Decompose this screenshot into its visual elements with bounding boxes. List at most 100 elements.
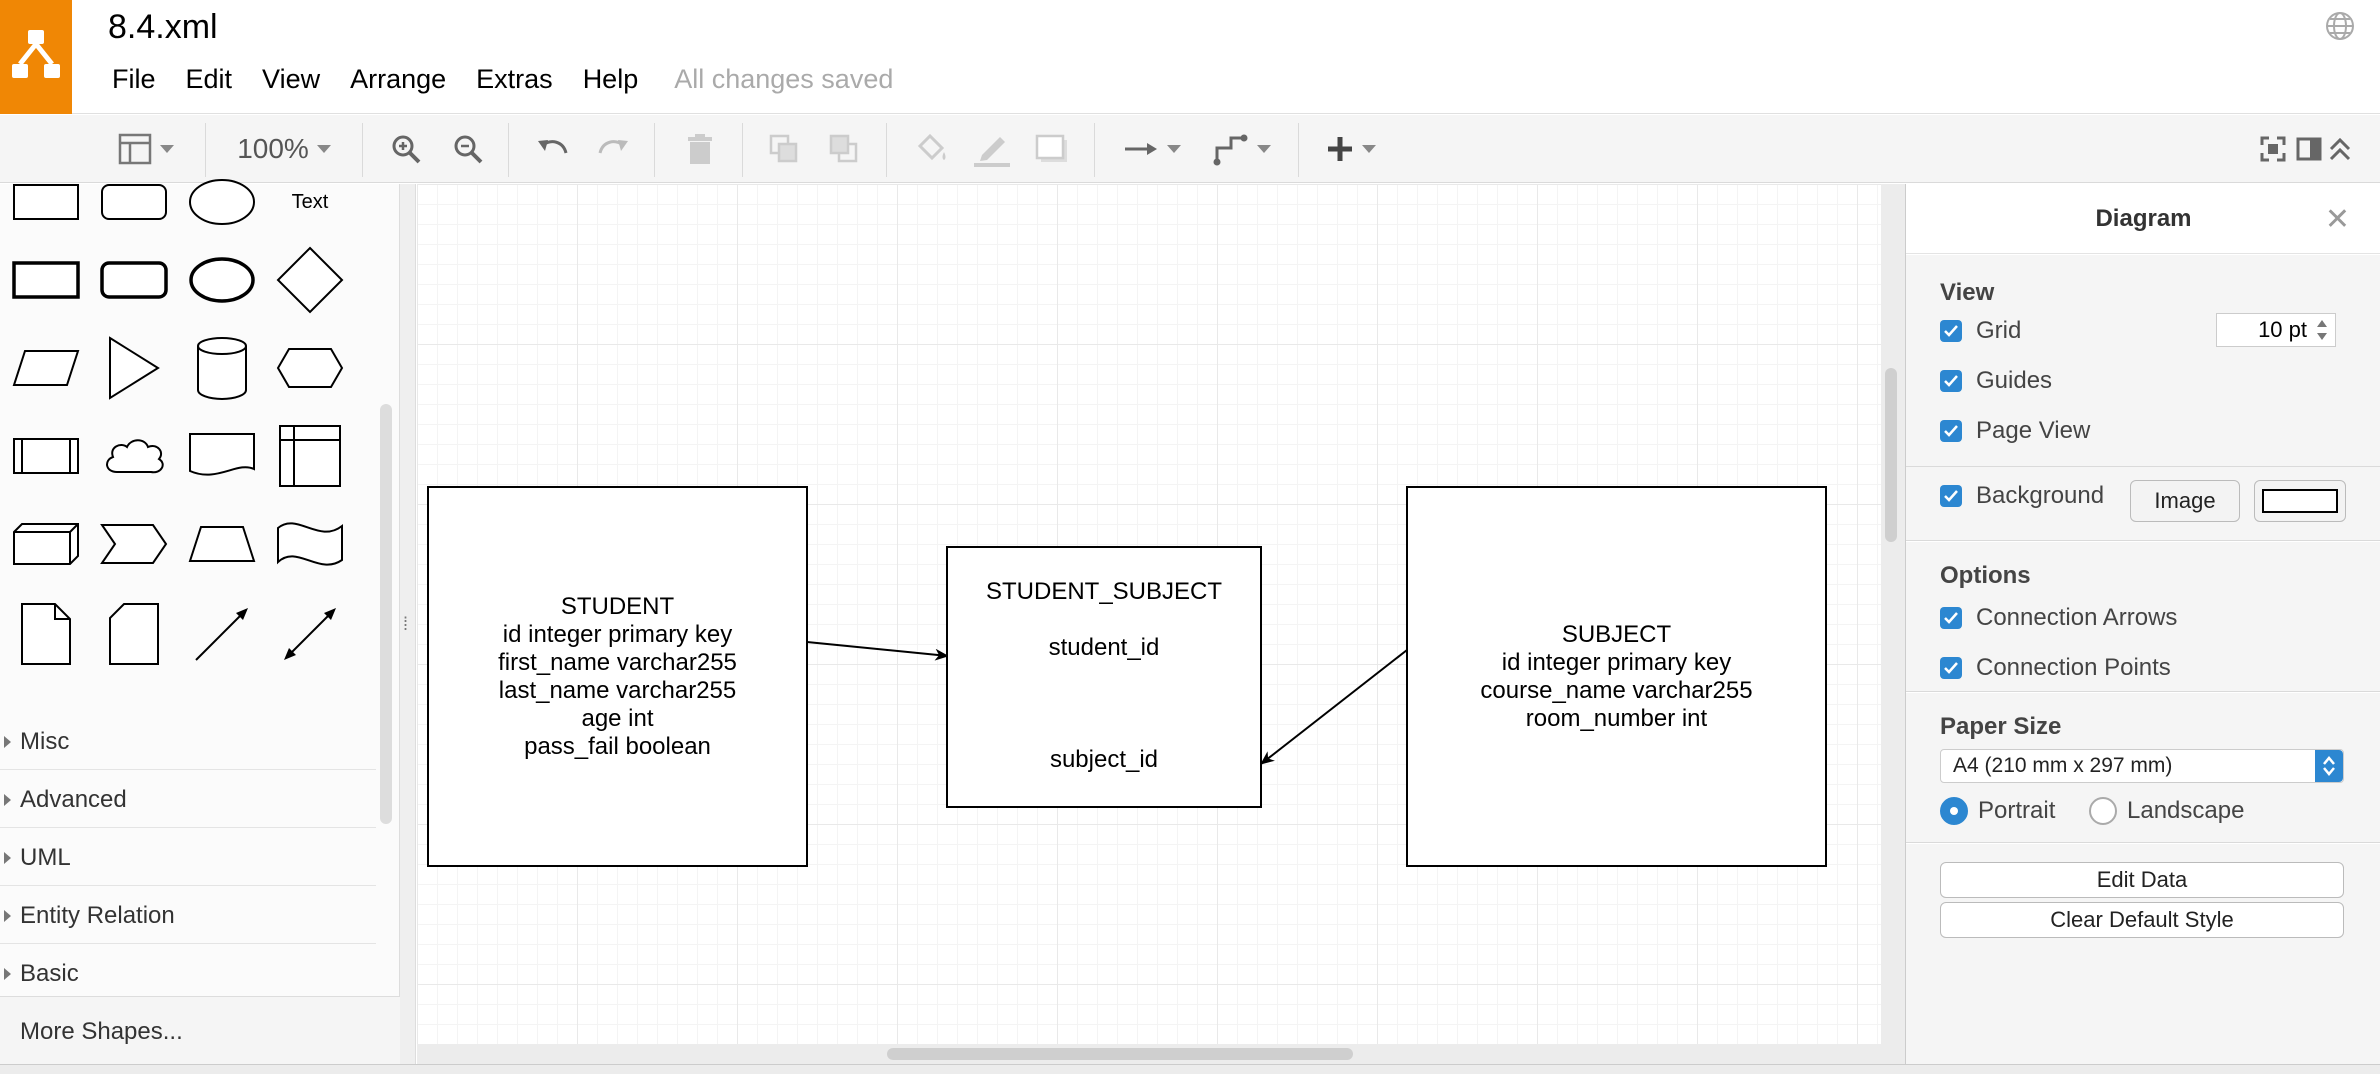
palette-entity-relation[interactable]: Entity Relation xyxy=(0,888,376,944)
entity-field: course_name varchar255 xyxy=(1480,676,1753,704)
edit-data-button[interactable]: Edit Data xyxy=(1940,862,2344,898)
shape-cube[interactable] xyxy=(6,504,86,584)
entity-subject[interactable]: SUBJECT id integer primary key course_na… xyxy=(1406,486,1827,867)
shape-cylinder[interactable] xyxy=(182,328,262,408)
entity-student-subject[interactable]: STUDENT_SUBJECT student_id subject_id xyxy=(946,546,1262,808)
shape-hexagon[interactable] xyxy=(270,328,350,408)
shape-step[interactable] xyxy=(94,504,174,584)
shape-internal-storage[interactable] xyxy=(270,416,350,496)
insert-button[interactable] xyxy=(1318,127,1384,171)
plus-icon xyxy=(1328,137,1352,161)
delete-button[interactable] xyxy=(680,127,720,171)
shape-palette-general: Text xyxy=(0,179,378,714)
palette-basic[interactable]: Basic xyxy=(0,946,376,1002)
shape-cloud[interactable] xyxy=(94,416,174,496)
fill-color-button[interactable] xyxy=(910,127,954,171)
shadow-button[interactable] xyxy=(1030,127,1074,171)
sidebar-scrollbar[interactable] xyxy=(380,404,392,824)
line-color-button[interactable] xyxy=(970,127,1014,171)
paper-size-select[interactable]: A4 (210 mm x 297 mm) xyxy=(1940,749,2344,783)
guides-option[interactable]: Guides xyxy=(1940,367,2052,395)
drag-handle-icon: ⁞ xyxy=(403,614,409,634)
connector-subject-to-student-subject[interactable] xyxy=(1260,649,1408,765)
shape-parallelogram[interactable] xyxy=(6,328,86,408)
palette-misc[interactable]: Misc xyxy=(0,714,376,770)
menu-file[interactable]: File xyxy=(112,64,156,98)
arrow-right-icon xyxy=(1125,143,1157,155)
format-panel-toggle[interactable] xyxy=(2292,127,2326,171)
radio-unselected-icon[interactable] xyxy=(2089,797,2117,825)
diagram-page[interactable]: STUDENT id integer primary key first_nam… xyxy=(417,184,1881,1044)
palette-uml[interactable]: UML xyxy=(0,830,376,886)
menu-help[interactable]: Help xyxy=(583,64,639,98)
zoom-out-button[interactable] xyxy=(448,127,488,171)
connector-student-to-student-subject[interactable] xyxy=(806,641,949,661)
shape-ellipse[interactable] xyxy=(182,162,262,242)
checkbox-checked-icon[interactable] xyxy=(1940,420,1962,442)
app-logo[interactable] xyxy=(0,0,72,114)
shape-diamond[interactable] xyxy=(270,240,350,320)
waypoints-button[interactable] xyxy=(1204,127,1280,171)
canvas-horizontal-scrollbar[interactable] xyxy=(887,1048,1353,1060)
background-option[interactable]: Background xyxy=(1940,482,2104,510)
to-back-button[interactable] xyxy=(824,127,864,171)
grid-size-input[interactable]: 10 pt xyxy=(2216,313,2336,347)
format-panel: Diagram ✕ View Grid 10 pt Guides Page Vi… xyxy=(1905,184,2380,1064)
document-title[interactable]: 8.4.xml xyxy=(108,8,218,47)
checkbox-checked-icon[interactable] xyxy=(1940,607,1962,629)
menu-edit[interactable]: Edit xyxy=(186,64,233,98)
palette-advanced[interactable]: Advanced xyxy=(0,772,376,828)
checkbox-checked-icon[interactable] xyxy=(1940,320,1962,342)
shape-rounded-rectangle[interactable] xyxy=(94,162,174,242)
canvas-vertical-scrollbar[interactable] xyxy=(1885,368,1897,542)
background-color-button[interactable] xyxy=(2254,480,2346,522)
grid-option[interactable]: Grid xyxy=(1940,317,2021,345)
radio-selected-icon[interactable] xyxy=(1940,797,1968,825)
shape-process[interactable] xyxy=(6,416,86,496)
shape-tape[interactable] xyxy=(270,504,350,584)
diagram-canvas[interactable]: STUDENT id integer primary key first_nam… xyxy=(417,184,1905,1064)
spinner-arrows-icon[interactable] xyxy=(2313,316,2331,344)
shape-bold-rounded-rectangle[interactable] xyxy=(94,240,174,320)
fullscreen-icon xyxy=(2260,136,2286,162)
connection-arrows-option[interactable]: Connection Arrows xyxy=(1940,604,2177,632)
collapse-toolbar-button[interactable] xyxy=(2324,127,2356,171)
language-globe-icon[interactable] xyxy=(2324,10,2356,42)
connection-style-button[interactable] xyxy=(1114,127,1190,171)
more-shapes-button[interactable]: More Shapes... xyxy=(0,996,400,1066)
background-image-button[interactable]: Image xyxy=(2130,480,2240,522)
shape-triangle[interactable] xyxy=(94,328,174,408)
menu-extras[interactable]: Extras xyxy=(476,64,553,98)
shape-text[interactable]: Text xyxy=(270,162,350,242)
shape-document[interactable] xyxy=(182,416,262,496)
to-front-button[interactable] xyxy=(764,127,804,171)
shape-card[interactable] xyxy=(94,594,174,674)
checkbox-checked-icon[interactable] xyxy=(1940,485,1962,507)
clear-default-style-button[interactable]: Clear Default Style xyxy=(1940,902,2344,938)
portrait-option[interactable]: Portrait xyxy=(1940,797,2055,825)
shape-bold-rectangle[interactable] xyxy=(6,240,86,320)
shape-rectangle[interactable] xyxy=(6,162,86,242)
shape-trapezoid[interactable] xyxy=(182,504,262,584)
menu-view[interactable]: View xyxy=(262,64,320,98)
checkbox-checked-icon[interactable] xyxy=(1940,370,1962,392)
entity-student[interactable]: STUDENT id integer primary key first_nam… xyxy=(427,486,808,867)
landscape-option[interactable]: Landscape xyxy=(2089,797,2244,825)
sidebar-splitter[interactable]: ⁞ xyxy=(400,184,416,1064)
fullscreen-button[interactable] xyxy=(2256,127,2290,171)
shape-directional-arrow[interactable] xyxy=(182,594,262,674)
shape-bidirectional-arrow[interactable] xyxy=(270,594,350,674)
close-icon[interactable]: ✕ xyxy=(2325,202,2350,237)
options-section: Options Connection Arrows Connection Poi… xyxy=(1906,542,2380,692)
menu-arrange[interactable]: Arrange xyxy=(350,64,446,98)
pencil-icon xyxy=(974,137,1010,167)
shape-note[interactable] xyxy=(6,594,86,674)
redo-button[interactable] xyxy=(594,127,634,171)
connection-points-option[interactable]: Connection Points xyxy=(1940,654,2171,682)
shape-bold-ellipse[interactable] xyxy=(182,240,262,320)
palette-label: UML xyxy=(20,843,71,871)
checkbox-checked-icon[interactable] xyxy=(1940,657,1962,679)
page-view-option[interactable]: Page View xyxy=(1940,417,2090,445)
zoom-in-button[interactable] xyxy=(386,127,426,171)
undo-button[interactable] xyxy=(532,127,572,171)
